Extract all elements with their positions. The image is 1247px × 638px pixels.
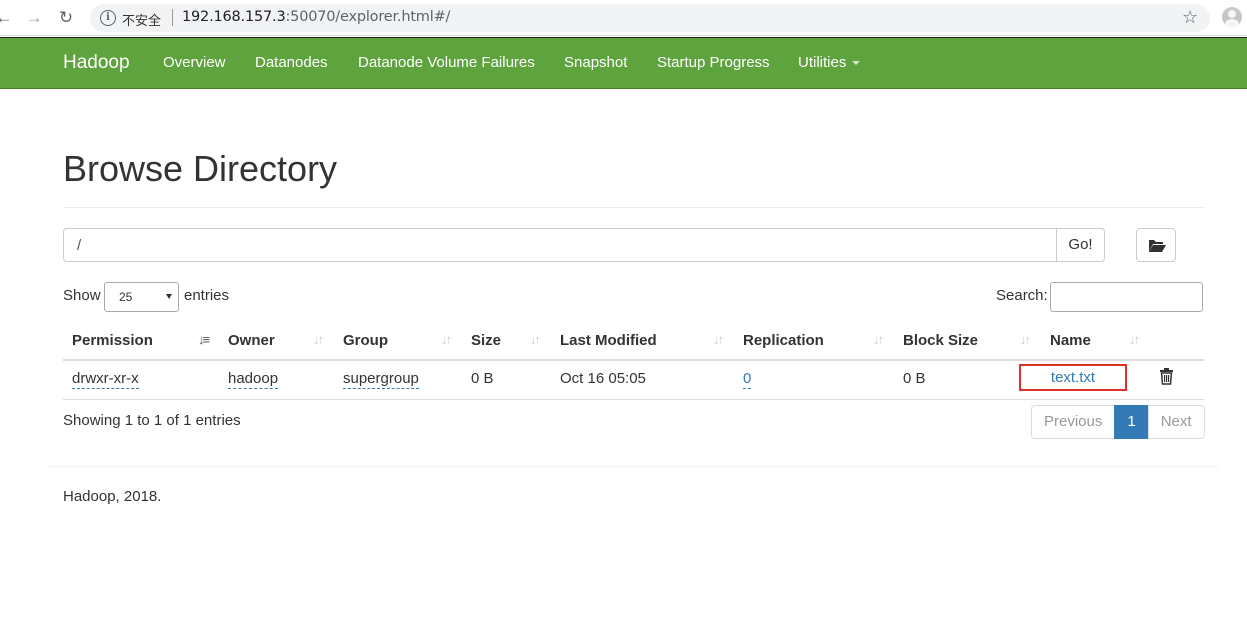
next-page-button[interactable]: Next — [1147, 405, 1205, 439]
cell-group[interactable]: supergroup — [343, 370, 419, 389]
table-row-divider — [63, 399, 1204, 400]
url-text[interactable]: 192.168.157.3:50070/explorer.html#/ — [182, 9, 450, 25]
nav-item-datanodes[interactable]: Datanodes — [255, 54, 328, 71]
address-bar[interactable]: i 不安全 192.168.157.3:50070/explorer.html#… — [90, 4, 1210, 32]
security-label[interactable]: 不安全 — [122, 10, 161, 29]
nav-item-utilities[interactable]: Utilities — [798, 54, 861, 71]
page-title: Browse Directory — [63, 148, 338, 189]
go-button[interactable]: Go! — [1056, 228, 1105, 262]
column-header-block-size[interactable]: Block Size — [903, 332, 978, 349]
cell-permission[interactable]: drwxr-xr-x — [72, 370, 139, 389]
column-header-size[interactable]: Size — [471, 332, 501, 349]
nav-item-datanode-volume-failures[interactable]: Datanode Volume Failures — [358, 54, 535, 71]
select-arrow-icon — [166, 294, 172, 299]
page-length-select[interactable]: 25 — [104, 282, 179, 312]
cell-size: 0 B — [471, 370, 494, 387]
column-header-replication[interactable]: Replication — [743, 332, 824, 349]
sort-icon[interactable]: ↓↑ — [1020, 332, 1031, 347]
footer-divider — [48, 466, 1218, 467]
sort-icon[interactable]: ↓↑ — [441, 332, 452, 347]
caret-down-icon — [852, 61, 861, 66]
navbar-brand[interactable]: Hadoop — [63, 52, 130, 74]
entries-label: entries — [184, 287, 230, 304]
profile-avatar-icon[interactable] — [1222, 7, 1242, 27]
cell-block-size: 0 B — [903, 370, 926, 387]
trash-icon[interactable] — [1159, 368, 1174, 385]
sort-asc-icon[interactable]: ↓≡ — [198, 332, 210, 347]
show-label: Show — [63, 287, 101, 304]
nav-item-snapshot[interactable]: Snapshot — [564, 54, 627, 71]
column-header-last-modified[interactable]: Last Modified — [560, 332, 657, 349]
reload-icon[interactable]: ↻ — [56, 8, 76, 28]
search-label: Search: — [996, 287, 1048, 304]
previous-page-button[interactable]: Previous — [1031, 405, 1116, 439]
column-header-group[interactable]: Group — [343, 332, 388, 349]
pagination: Previous 1 Next — [1031, 405, 1205, 439]
sort-icon[interactable]: ↓↑ — [713, 332, 724, 347]
nav-item-utilities-label: Utilities — [798, 54, 847, 71]
nav-item-startup-progress[interactable]: Startup Progress — [657, 54, 770, 71]
top-navbar: Hadoop Overview Datanodes Datanode Volum… — [0, 37, 1247, 89]
bookmark-star-icon[interactable]: ☆ — [1182, 7, 1198, 28]
browser-toolbar: ← → ↻ i 不安全 192.168.157.3:50070/explorer… — [0, 0, 1247, 36]
column-header-permission[interactable]: Permission — [72, 332, 153, 349]
file-name-link[interactable]: text.txt — [1019, 364, 1127, 391]
column-header-name[interactable]: Name — [1050, 332, 1091, 349]
create-directory-button[interactable] — [1136, 228, 1176, 262]
forward-arrow-icon[interactable]: → — [24, 8, 44, 28]
back-arrow-icon[interactable]: ← — [0, 8, 14, 28]
cell-owner[interactable]: hadoop — [228, 370, 279, 389]
search-input[interactable] — [1050, 282, 1203, 312]
info-icon[interactable]: i — [100, 10, 116, 26]
sort-icon[interactable]: ↓↑ — [530, 332, 541, 347]
cell-last-modified: Oct 16 05:05 — [560, 370, 646, 387]
nav-item-overview[interactable]: Overview — [163, 54, 226, 71]
table-info: Showing 1 to 1 of 1 entries — [63, 412, 241, 429]
footer-text: Hadoop, 2018. — [63, 488, 162, 505]
title-divider — [63, 207, 1204, 208]
page-1-button[interactable]: 1 — [1114, 405, 1149, 439]
page-length-value: 25 — [119, 290, 133, 304]
table-header-divider — [63, 359, 1204, 361]
column-header-owner[interactable]: Owner — [228, 332, 275, 349]
directory-path-input[interactable] — [63, 228, 1057, 262]
sort-icon[interactable]: ↓↑ — [1129, 332, 1140, 347]
url-separator — [172, 9, 173, 26]
folder-open-icon — [1149, 240, 1166, 252]
sort-icon[interactable]: ↓↑ — [873, 332, 884, 347]
cell-replication[interactable]: 0 — [743, 370, 752, 389]
sort-icon[interactable]: ↓↑ — [313, 332, 324, 347]
